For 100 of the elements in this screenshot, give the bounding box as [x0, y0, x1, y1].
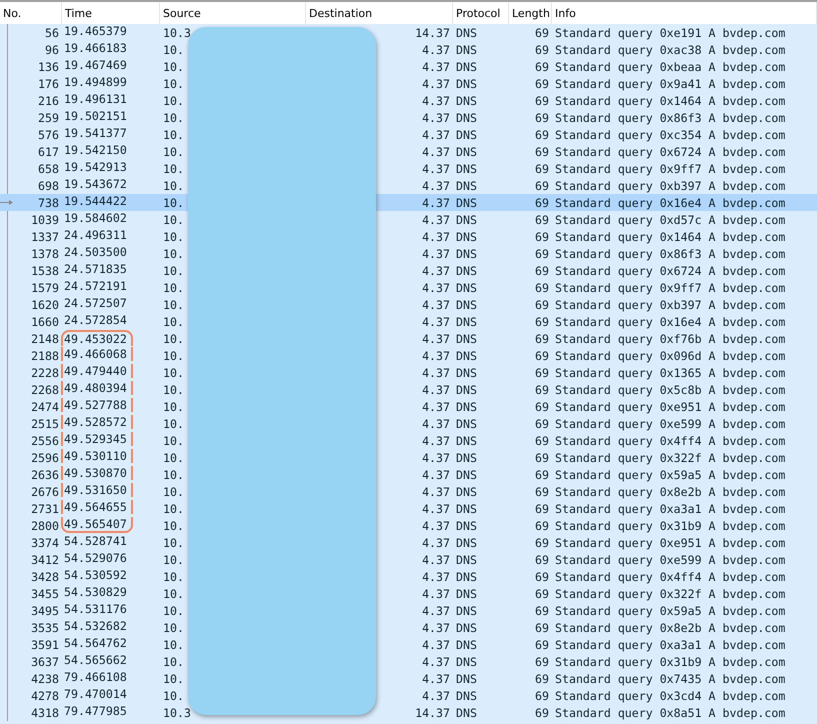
number-cell-text: 3374: [30, 534, 60, 551]
packet-row[interactable]: 176 19.494899 10. 4.37 DNS 69 Standard query 0x9a41 A bvdep.com: [0, 75, 817, 92]
time-cell-text: 19.584602: [63, 211, 128, 225]
time-cell-text: 19.542150: [63, 143, 128, 157]
time-cell-text: 79.466108: [63, 670, 128, 684]
packet-row[interactable]: 658 19.542913 10. 4.37 DNS 69 Standard query 0x9ff7 A bvdep.com: [0, 160, 817, 177]
destination-cell-text: 4.37: [421, 160, 451, 177]
packet-row[interactable]: 1337 24.496311 10. 4.37 DNS 69 Standard query 0x1464 A bvdep.com: [0, 228, 817, 245]
destination-cell-text: 4.37: [421, 450, 451, 466]
number-cell-text: 3495: [30, 602, 60, 619]
source-cell-text: 10.: [162, 194, 185, 211]
packet-row[interactable]: 3412 54.529076 10. 4.37 DNS 69 Standard query 0xe599 A bvdep.com: [0, 551, 817, 568]
info-cell-text: Standard query 0xbeaa A bvdep.com: [554, 58, 786, 75]
packet-row[interactable]: 136 19.467469 10. 4.37 DNS 69 Standard query 0xbeaa A bvdep.com: [0, 58, 817, 75]
info-cell-text: Standard query 0xe599 A bvdep.com: [554, 416, 786, 432]
number-cell-text: 2268: [30, 382, 60, 398]
time-cell-text: 24.572191: [63, 279, 128, 293]
protocol-cell-text: DNS: [455, 126, 478, 143]
packet-row[interactable]: 2474 49.527788 10. 4.37 DNS 69 Standard query 0xe951 A bvdep.com: [0, 398, 817, 415]
packet-row[interactable]: 617 19.542150 10. 4.37 DNS 69 Standard query 0x6724 A bvdep.com: [0, 143, 817, 160]
packet-row[interactable]: 2515 49.528572 10. 4.37 DNS 69 Standard query 0xe599 A bvdep.com: [0, 415, 817, 432]
protocol-cell-text: DNS: [455, 296, 478, 313]
packet-row[interactable]: 2188 49.466068 10. 4.37 DNS 69 Standard query 0x096d A bvdep.com: [0, 347, 817, 364]
packet-row[interactable]: 2148 49.453022 10. 4.37 DNS 69 Standard query 0xf76b A bvdep.com: [0, 330, 817, 347]
packet-row[interactable]: 2636 49.530870 10. 4.37 DNS 69 Standard query 0x59a5 A bvdep.com: [0, 466, 817, 483]
info-cell-text: Standard query 0x9ff7 A bvdep.com: [554, 280, 786, 296]
protocol-cell-text: DNS: [455, 330, 478, 347]
length-cell-text: 69: [534, 654, 550, 670]
packet-row[interactable]: 2268 49.480394 10. 4.37 DNS 69 Standard query 0x5c8b A bvdep.com: [0, 381, 817, 398]
source-cell-text: 10.: [162, 280, 185, 296]
protocol-cell-text: DNS: [455, 450, 478, 466]
packet-row[interactable]: 3428 54.530592 10. 4.37 DNS 69 Standard query 0x4ff4 A bvdep.com: [0, 568, 817, 585]
info-cell-text: Standard query 0xf76b A bvdep.com: [554, 330, 786, 347]
info-cell-text: Standard query 0x1365 A bvdep.com: [554, 364, 786, 381]
packet-row[interactable]: 4278 79.470014 10. 4.37 DNS 69 Standard query 0x3cd4 A bvdep.com: [0, 687, 817, 704]
protocol-cell-text: DNS: [455, 144, 478, 160]
packet-row[interactable]: 96 19.466183 10. 4.37 DNS 69 Standard query 0xac38 A bvdep.com: [0, 41, 817, 58]
source-cell-text: 10.: [162, 126, 185, 143]
packet-row[interactable]: 2556 49.529345 10. 4.37 DNS 69 Standard query 0x4ff4 A bvdep.com: [0, 432, 817, 449]
time-cell-text: 79.477985: [63, 704, 128, 718]
destination-cell-text: 4.37: [421, 364, 451, 381]
number-cell-text: 576: [37, 126, 60, 143]
time-cell-text: 54.528741: [63, 534, 128, 548]
number-cell-text: 3535: [30, 620, 60, 636]
packet-row[interactable]: 1579 24.572191 10. 4.37 DNS 69 Standard query 0x9ff7 A bvdep.com: [0, 279, 817, 296]
destination-cell-text: 4.37: [421, 670, 451, 687]
packet-row[interactable]: 4318 79.477985 10.3 14.37 DNS 69 Standard query 0x8a51 A bvdep.com: [0, 704, 817, 721]
packet-row[interactable]: 698 19.543672 10. 4.37 DNS 69 Standard query 0xb397 A bvdep.com: [0, 177, 817, 194]
packet-row[interactable]: 2676 49.531650 10. 4.37 DNS 69 Standard query 0x8e2b A bvdep.com: [0, 483, 817, 500]
protocol-cell-text: DNS: [455, 688, 478, 704]
packet-row[interactable]: 3455 54.530829 10. 4.37 DNS 69 Standard query 0x322f A bvdep.com: [0, 585, 817, 602]
length-cell-text: 69: [534, 382, 550, 398]
packet-row[interactable]: 2228 49.479440 10. 4.37 DNS 69 Standard query 0x1365 A bvdep.com: [0, 364, 817, 381]
source-cell-text: 10.: [162, 144, 185, 160]
length-cell-text: 69: [534, 364, 550, 381]
number-cell-text: 56: [44, 24, 60, 41]
length-cell-text: 69: [534, 552, 550, 568]
protocol-cell-text: DNS: [455, 262, 478, 279]
length-cell-text: 69: [534, 92, 550, 109]
source-cell-text: 10.: [162, 178, 185, 194]
destination-cell-text: 4.37: [421, 144, 451, 160]
packet-row[interactable]: 2800 49.565407 10. 4.37 DNS 69 Standard query 0x31b9 A bvdep.com: [0, 517, 817, 534]
packet-row[interactable]: 1538 24.571835 10. 4.37 DNS 69 Standard query 0x6724 A bvdep.com: [0, 262, 817, 279]
packet-row[interactable]: 1039 19.584602 10. 4.37 DNS 69 Standard query 0xd57c A bvdep.com: [0, 211, 817, 228]
packet-row[interactable]: 3374 54.528741 10. 4.37 DNS 69 Standard query 0xe951 A bvdep.com: [0, 534, 817, 551]
number-cell-text: 2800: [30, 518, 60, 534]
source-cell-text: 10.: [162, 348, 185, 364]
packet-row[interactable]: 2596 49.530110 10. 4.37 DNS 69 Standard query 0x322f A bvdep.com: [0, 449, 817, 466]
number-cell-text: 1337: [30, 228, 60, 245]
length-cell-text: 69: [534, 228, 550, 245]
source-cell-text: 10.: [162, 552, 185, 568]
packet-row[interactable]: 1620 24.572507 10. 4.37 DNS 69 Standard query 0xb397 A bvdep.com: [0, 296, 817, 313]
packet-row[interactable]: 1378 24.503500 10. 4.37 DNS 69 Standard query 0x86f3 A bvdep.com: [0, 245, 817, 262]
packet-row[interactable]: 3495 54.531176 10. 4.37 DNS 69 Standard query 0x59a5 A bvdep.com: [0, 602, 817, 619]
number-cell-text: 2228: [30, 364, 60, 381]
time-cell-text: 54.529076: [63, 551, 128, 565]
destination-cell-text: 4.37: [421, 296, 451, 313]
info-cell-text: Standard query 0x8a51 A bvdep.com: [554, 704, 786, 721]
packet-row[interactable]: 3637 54.565662 10. 4.37 DNS 69 Standard query 0x31b9 A bvdep.com: [0, 653, 817, 670]
protocol-cell-text: DNS: [455, 552, 478, 568]
packet-row[interactable]: 3535 54.532682 10. 4.37 DNS 69 Standard query 0x8e2b A bvdep.com: [0, 619, 817, 636]
packet-row[interactable]: 56 19.465379 10.3 14.37 DNS 69 Standard query 0xe191 A bvdep.com: [0, 24, 817, 41]
number-cell-text: 1579: [30, 280, 60, 296]
source-cell-text: 10.: [162, 534, 185, 551]
number-cell-text: 136: [37, 58, 60, 75]
time-cell-text: 19.496131: [63, 92, 128, 106]
length-cell-text: 69: [534, 296, 550, 313]
packet-row[interactable]: 259 19.502151 10. 4.37 DNS 69 Standard query 0x86f3 A bvdep.com: [0, 109, 817, 126]
packet-row[interactable]: 2731 49.564655 10. 4.37 DNS 69 Standard query 0xa3a1 A bvdep.com: [0, 500, 817, 517]
length-cell-text: 69: [534, 636, 550, 653]
packet-row[interactable]: 1660 24.572854 10. 4.37 DNS 69 Standard query 0x16e4 A bvdep.com: [0, 313, 817, 330]
packet-row[interactable]: 4238 79.466108 10. 4.37 DNS 69 Standard query 0x7435 A bvdep.com: [0, 670, 817, 687]
number-cell-text: 2676: [30, 484, 60, 500]
packet-row[interactable]: 216 19.496131 10. 4.37 DNS 69 Standard query 0x1464 A bvdep.com: [0, 92, 817, 109]
number-cell-text: 216: [37, 92, 60, 109]
number-cell-text: 2636: [30, 466, 60, 483]
destination-cell-text: 4.37: [421, 330, 451, 347]
info-cell-text: Standard query 0x6724 A bvdep.com: [554, 144, 786, 160]
packet-row[interactable]: 576 19.541377 10. 4.37 DNS 69 Standard query 0xc354 A bvdep.com: [0, 126, 817, 143]
packet-row[interactable]: 3591 54.564762 10. 4.37 DNS 69 Standard query 0xa3a1 A bvdep.com: [0, 636, 817, 653]
